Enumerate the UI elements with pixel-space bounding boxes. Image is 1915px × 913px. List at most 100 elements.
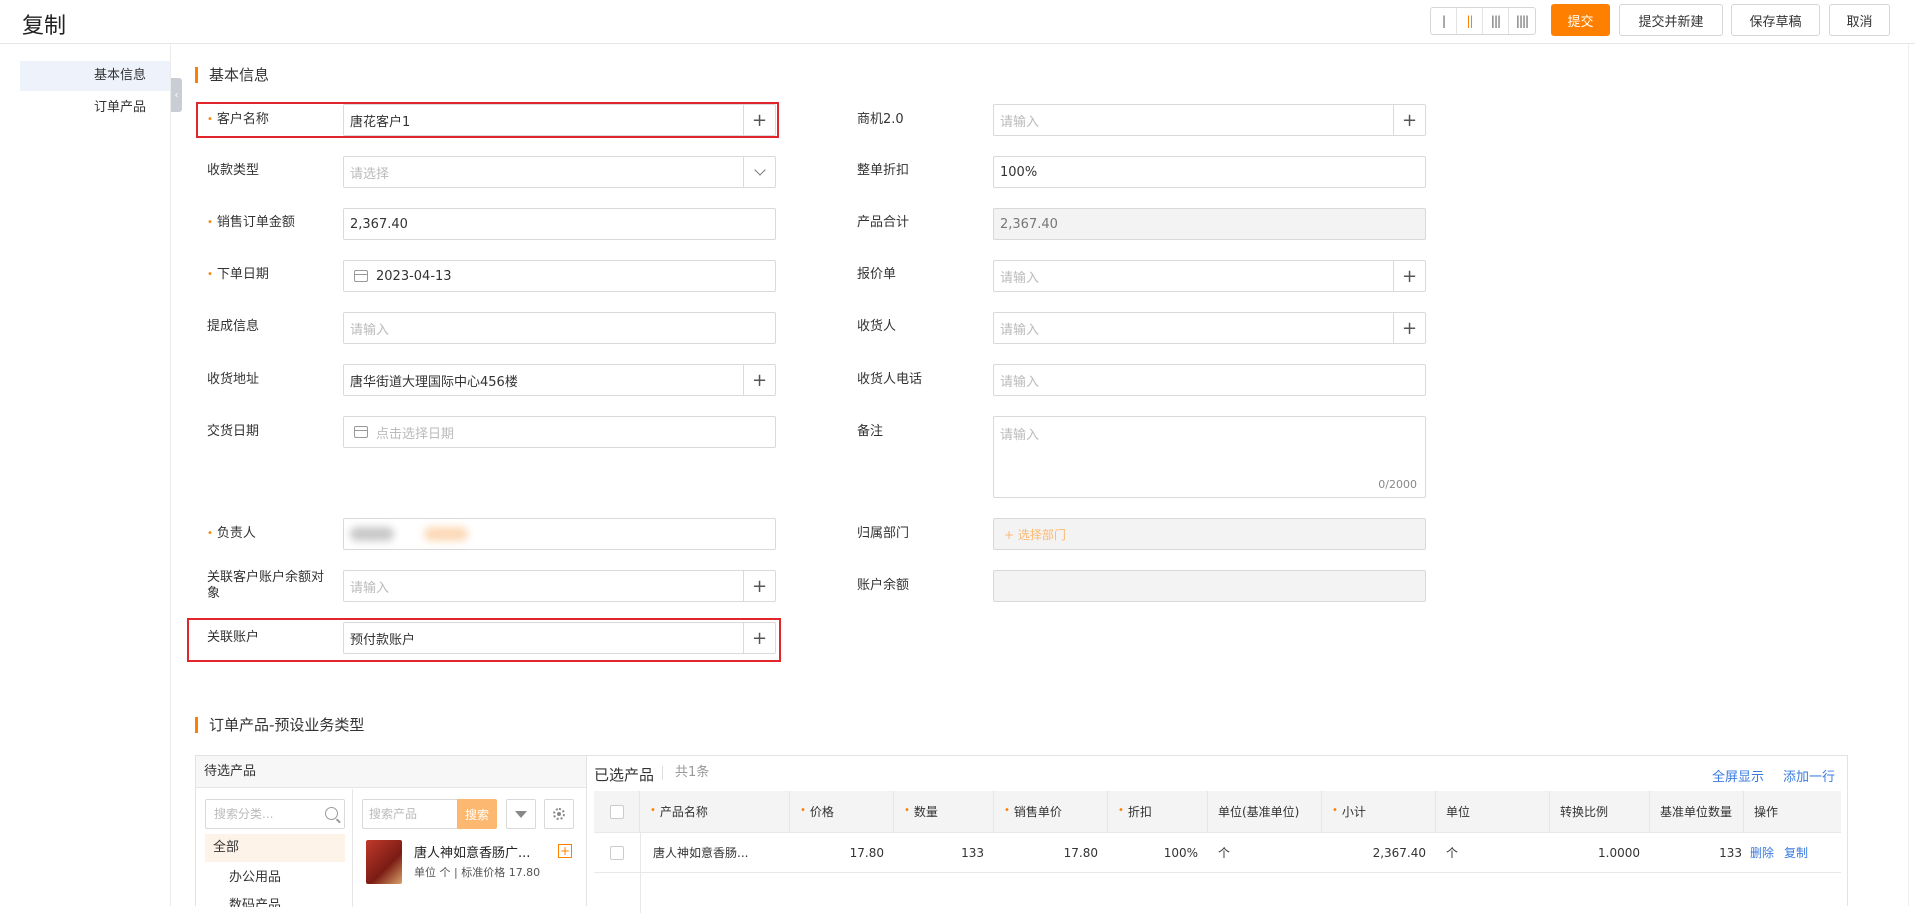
category-office[interactable]: 办公用品 bbox=[205, 864, 345, 892]
cell-discount[interactable]: 100% bbox=[1108, 833, 1208, 872]
cell-product-name[interactable]: 唐人神如意香肠... bbox=[640, 833, 790, 872]
copy-row-link[interactable]: 复制 bbox=[1784, 844, 1808, 861]
layout-2-column-button[interactable]: || bbox=[1457, 8, 1483, 34]
delivery-date-placeholder: 点击选择日期 bbox=[376, 426, 455, 442]
add-row-link[interactable]: 添加一行 bbox=[1783, 766, 1835, 785]
add-consignee-icon[interactable]: + bbox=[1393, 313, 1425, 343]
category-digital[interactable]: 数码产品 bbox=[205, 892, 345, 907]
table-row: 唐人神如意香肠... 17.80 133 17.80 100% 个 2,367.… bbox=[594, 833, 1841, 873]
order-date-picker[interactable]: 2023-04-13 bbox=[343, 260, 776, 292]
selected-count: 共1条 bbox=[662, 766, 709, 780]
add-opportunity-icon[interactable]: + bbox=[1393, 105, 1425, 135]
category-all[interactable]: 全部 bbox=[205, 834, 345, 862]
chevron-down-icon[interactable] bbox=[743, 157, 775, 187]
col-unit: 单位 bbox=[1436, 791, 1550, 832]
consignee-phone-input[interactable]: 请输入 bbox=[993, 364, 1426, 396]
delete-row-link[interactable]: 删除 bbox=[1750, 844, 1774, 861]
add-account-icon[interactable]: + bbox=[743, 623, 775, 653]
col-unit-price: • 销售单价 bbox=[994, 791, 1108, 832]
table-header: • 产品名称 • 价格 • 数量 • 销售单价 • 折扣 单位(基准单位) • 小计 单位 … bbox=[594, 791, 1841, 833]
layout-1-column-button[interactable]: | bbox=[1431, 8, 1457, 34]
page-title: 复制 bbox=[22, 14, 67, 39]
collapse-nav-button[interactable]: ‹ bbox=[171, 78, 182, 112]
select-department-link[interactable]: + 选择部门 bbox=[1004, 526, 1066, 543]
col-price: • 价格 bbox=[790, 791, 894, 832]
order-date-label: • 下单日期 bbox=[207, 267, 269, 282]
pending-products-title: 待选产品 bbox=[196, 756, 586, 788]
commission-label: 提成信息 bbox=[207, 319, 260, 334]
balance-label: 账户余额 bbox=[857, 578, 910, 593]
add-product-icon[interactable]: + bbox=[558, 844, 572, 858]
product-search-button[interactable]: 搜索 bbox=[457, 799, 497, 829]
submit-and-new-button[interactable]: 提交并新建 bbox=[1619, 4, 1723, 36]
submit-button[interactable]: 提交 bbox=[1551, 4, 1610, 36]
col-qty: • 数量 bbox=[894, 791, 994, 832]
cell-unit[interactable]: 个 bbox=[1436, 833, 1550, 872]
order-amount-label: • 销售订单金额 bbox=[207, 215, 295, 230]
department-field[interactable]: + 选择部门 bbox=[993, 518, 1426, 550]
customer-field[interactable]: 唐花客户1 + bbox=[343, 104, 776, 136]
consignee-field[interactable]: 请输入 + bbox=[993, 312, 1426, 344]
settings-icon[interactable] bbox=[544, 799, 574, 829]
row-checkbox[interactable] bbox=[594, 833, 640, 872]
opportunity-field[interactable]: 请输入 + bbox=[993, 104, 1426, 136]
department-label: 归属部门 bbox=[857, 526, 910, 541]
nav-item-basic-info[interactable]: 基本信息 bbox=[20, 61, 170, 91]
product-meta: 单位 个 | 标准价格 17.80 bbox=[414, 866, 541, 879]
delivery-date-picker[interactable]: 点击选择日期 bbox=[343, 416, 776, 448]
discount-input[interactable]: 100% bbox=[993, 156, 1426, 188]
row-divider bbox=[640, 873, 641, 913]
cell-price[interactable]: 17.80 bbox=[790, 833, 894, 872]
add-customer-icon[interactable]: + bbox=[743, 105, 775, 135]
product-total-value: 2,367.40 bbox=[1000, 216, 1058, 232]
filter-icon[interactable] bbox=[506, 799, 536, 829]
add-quote-icon[interactable]: + bbox=[1393, 261, 1425, 291]
discount-value: 100% bbox=[1000, 164, 1038, 180]
add-balance-object-icon[interactable]: + bbox=[743, 571, 775, 601]
balance-object-label: 关联客户账户余额对象 bbox=[207, 570, 325, 601]
cancel-button[interactable]: 取消 bbox=[1829, 4, 1890, 36]
category-search-placeholder: 搜索分类... bbox=[214, 807, 274, 821]
address-label: 收货地址 bbox=[207, 372, 260, 387]
account-field[interactable]: 预付款账户 + bbox=[343, 622, 776, 654]
consignee-phone-label: 收货人电话 bbox=[857, 372, 923, 387]
consignee-label: 收货人 bbox=[857, 319, 897, 334]
owner-field[interactable] bbox=[343, 518, 776, 550]
balance-object-field[interactable]: 请输入 + bbox=[343, 570, 776, 602]
opportunity-placeholder: 请输入 bbox=[1000, 114, 1040, 130]
cell-subtotal: 2,367.40 bbox=[1372, 845, 1426, 860]
layout-4-column-button[interactable]: |||| bbox=[1509, 8, 1535, 34]
selected-products-panel: 已选产品 共1条 全屏显示 添加一行 • 产品名称 • 价格 • 数量 • 销售单价 •… bbox=[587, 755, 1848, 913]
add-address-icon[interactable]: + bbox=[743, 365, 775, 395]
product-card[interactable]: 唐人神如意香肠广... 单位 个 | 标准价格 17.80 + bbox=[362, 840, 577, 900]
remark-label: 备注 bbox=[857, 424, 884, 439]
opportunity-label: 商机2.0 bbox=[857, 112, 904, 127]
nav-item-order-products[interactable]: 订单产品 bbox=[20, 93, 170, 123]
commission-input[interactable]: 请输入 bbox=[343, 312, 776, 344]
payment-type-select[interactable]: 请选择 bbox=[343, 156, 776, 188]
fullscreen-link[interactable]: 全屏显示 bbox=[1712, 766, 1764, 785]
col-actions: 操作 bbox=[1754, 805, 1779, 819]
left-nav: 基本信息 订单产品 bbox=[0, 44, 171, 906]
col-base-unit: 单位(基准单位) bbox=[1208, 791, 1322, 832]
balance-object-placeholder: 请输入 bbox=[350, 580, 390, 596]
remark-textarea[interactable]: 请输入 0/2000 bbox=[993, 416, 1426, 498]
quote-field[interactable]: 请输入 + bbox=[993, 260, 1426, 292]
product-search-input[interactable]: 搜索产品 bbox=[362, 799, 457, 829]
address-field[interactable]: 唐华街道大理国际中心456楼 + bbox=[343, 364, 776, 396]
save-draft-button[interactable]: 保存草稿 bbox=[1731, 4, 1820, 36]
cell-unit-price[interactable]: 17.80 bbox=[994, 833, 1108, 872]
payment-type-label: 收款类型 bbox=[207, 163, 260, 178]
scrollbar[interactable] bbox=[1908, 44, 1915, 906]
selected-products-title: 已选产品 bbox=[594, 766, 655, 784]
cell-base-qty: 133 bbox=[1719, 845, 1742, 860]
category-search-input[interactable]: 搜索分类... bbox=[205, 799, 345, 829]
consignee-placeholder: 请输入 bbox=[1000, 322, 1040, 338]
col-discount: • 折扣 bbox=[1108, 791, 1208, 832]
order-amount-input[interactable]: 2,367.40 bbox=[343, 208, 776, 240]
select-all-checkbox[interactable] bbox=[594, 791, 640, 832]
cell-qty[interactable]: 133 bbox=[894, 833, 994, 872]
discount-label: 整单折扣 bbox=[857, 163, 910, 178]
layout-3-column-button[interactable]: ||| bbox=[1483, 8, 1509, 34]
account-value: 预付款账户 bbox=[350, 632, 416, 648]
